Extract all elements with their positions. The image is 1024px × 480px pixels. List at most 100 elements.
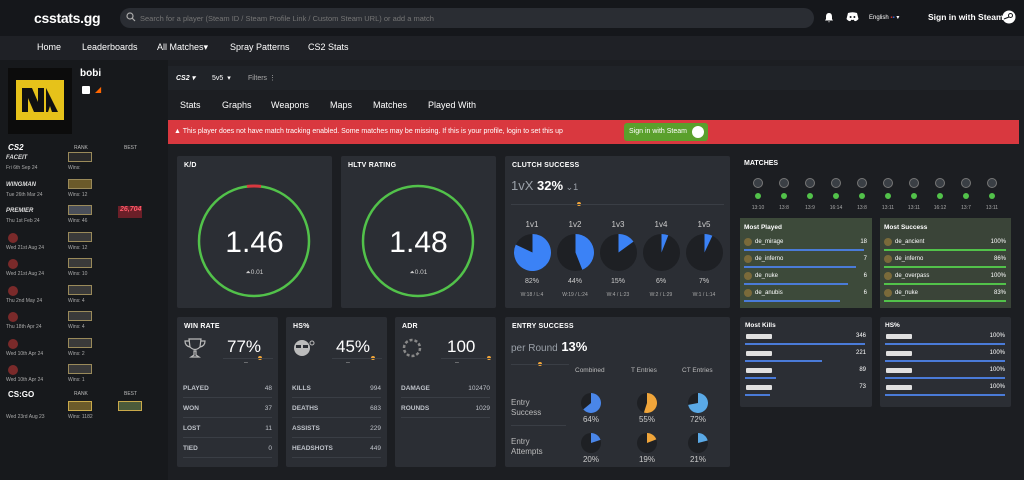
- headshot-icon: [294, 340, 315, 356]
- best-rating-badge: 26,704: [118, 206, 142, 218]
- rank-date: Wed 10th Apr 24: [6, 350, 44, 357]
- match-map-icon[interactable]: [805, 178, 815, 188]
- rank-source: PREMIER: [6, 208, 34, 214]
- map-name[interactable]: de_overpass: [895, 273, 929, 279]
- search-input[interactable]: [140, 11, 800, 25]
- discord-icon[interactable]: [846, 12, 859, 22]
- tab-matches[interactable]: Matches: [373, 100, 407, 110]
- nav-all-matches[interactable]: All Matches▾: [157, 42, 208, 53]
- nav-leaderboards[interactable]: Leaderboards: [82, 42, 138, 52]
- map-value: 7: [863, 256, 867, 262]
- game-select[interactable]: CS2 ▾: [176, 74, 195, 82]
- match-result-dot: [989, 193, 995, 199]
- clutch-pie: [685, 234, 723, 271]
- hs-title: HS%: [293, 323, 310, 330]
- chevron-down-icon: ▾: [227, 75, 231, 82]
- sign-in-link[interactable]: Sign in with Steam: [928, 12, 1004, 22]
- map-name[interactable]: de_nuke: [755, 273, 778, 279]
- entry-success-pct: 72%: [689, 415, 706, 424]
- match-map-icon[interactable]: [987, 178, 997, 188]
- match-map-icon[interactable]: [831, 178, 841, 188]
- entry-summary: per Round 13%: [511, 339, 587, 354]
- stat-divider: [183, 417, 272, 418]
- mode-select[interactable]: 5v5 ▾: [212, 74, 231, 82]
- stat-label: LOST: [183, 425, 201, 432]
- stat-value: 1029: [475, 405, 490, 412]
- tab-stats[interactable]: Stats: [180, 100, 201, 110]
- rank-badge: [68, 205, 92, 215]
- nav-home[interactable]: Home: [37, 42, 61, 52]
- match-map-icon[interactable]: [779, 178, 789, 188]
- match-map-icon[interactable]: [961, 178, 971, 188]
- match-score: 13:7: [961, 205, 971, 211]
- entry-divider: [511, 364, 569, 365]
- map-icon: [744, 289, 752, 297]
- stat-divider: [183, 457, 272, 458]
- stat-value: 449: [370, 445, 381, 452]
- match-map-icon[interactable]: [935, 178, 945, 188]
- match-map-icon[interactable]: [753, 178, 763, 188]
- adr-title: ADR: [402, 323, 418, 330]
- map-value: 18: [860, 239, 867, 245]
- steam-icon[interactable]: [1002, 10, 1016, 24]
- search-bar[interactable]: [120, 8, 814, 28]
- warning-sign-in-button[interactable]: Sign in with Steam: [624, 123, 708, 141]
- tab-weapons[interactable]: Weapons: [271, 100, 309, 110]
- map-name[interactable]: de_ancient: [895, 239, 924, 245]
- tab-graphs[interactable]: Graphs: [222, 100, 252, 110]
- rank-date: Thu 18th Apr 24: [6, 324, 42, 330]
- clutch-prefix: 1vX: [511, 178, 534, 193]
- winrate-divider: [223, 358, 273, 359]
- adr-dash: –: [455, 359, 459, 366]
- hs-divider: [332, 358, 382, 359]
- entry-prefix: per Round: [511, 343, 558, 354]
- tab-maps[interactable]: Maps: [330, 100, 352, 110]
- faceit-profile-icon[interactable]: ◢: [95, 86, 103, 94]
- nav-cs2-stats[interactable]: CS2 Stats: [308, 42, 349, 52]
- most-kills-title: Most Kills: [745, 322, 776, 329]
- damage-icon: [402, 338, 422, 358]
- weapon-icon: [886, 351, 912, 356]
- map-icon: [744, 238, 752, 246]
- rank-date: Thu 2nd May 24: [6, 297, 43, 304]
- site-logo[interactable]: csstats.gg: [34, 10, 101, 26]
- weapon-value: 100%: [989, 384, 1005, 390]
- nav-spray-patterns[interactable]: Spray Patterns: [230, 42, 290, 52]
- language-select[interactable]: English ▪▪ ▾: [869, 14, 899, 21]
- match-map-icon[interactable]: [857, 178, 867, 188]
- map-bar: [884, 249, 1006, 251]
- rank-date: Wed 21st Aug 24: [6, 271, 44, 277]
- match-map-icon[interactable]: [909, 178, 919, 188]
- weapon-icon: [886, 368, 912, 373]
- rank-emblem-icon: [8, 232, 18, 243]
- weapon-bar: [885, 360, 1005, 362]
- map-name[interactable]: de_inferno: [895, 256, 923, 262]
- weapon-value: 89: [859, 367, 866, 373]
- rank-source: WINGMAN: [6, 181, 36, 188]
- tab-played-with[interactable]: Played With: [428, 100, 476, 110]
- rank-wins: Wins: 2: [68, 350, 85, 357]
- map-name[interactable]: de_nuke: [895, 290, 918, 296]
- map-name[interactable]: de_anubis: [755, 290, 783, 296]
- rank-badge: [68, 178, 92, 189]
- match-result-dot: [963, 193, 969, 199]
- weapon-icon: [886, 385, 912, 390]
- map-icon: [744, 255, 752, 263]
- bell-icon[interactable]: [824, 12, 834, 23]
- rank-emblem-icon: [8, 259, 18, 269]
- weapon-icon: [886, 334, 912, 339]
- weapon-bar: [885, 377, 1005, 379]
- filter-bar: [168, 66, 1024, 90]
- weapon-bar: [885, 343, 1005, 345]
- map-name[interactable]: de_mirage: [755, 239, 783, 245]
- match-map-icon[interactable]: [883, 178, 893, 188]
- steam-profile-icon[interactable]: [82, 86, 90, 94]
- rank-badge: [68, 231, 92, 242]
- csgo-logo-icon: CS:: [8, 390, 22, 399]
- map-name[interactable]: de_inferno: [755, 256, 783, 262]
- most-success-title: Most Success: [884, 224, 928, 231]
- rank-badge: [68, 258, 92, 268]
- filters-button[interactable]: Filters ⋮: [248, 74, 276, 82]
- most-success-card: Most Success de_ancient 100% de_inferno 86%…: [880, 218, 1011, 308]
- nav-all-matches-label: All Matches: [157, 42, 204, 52]
